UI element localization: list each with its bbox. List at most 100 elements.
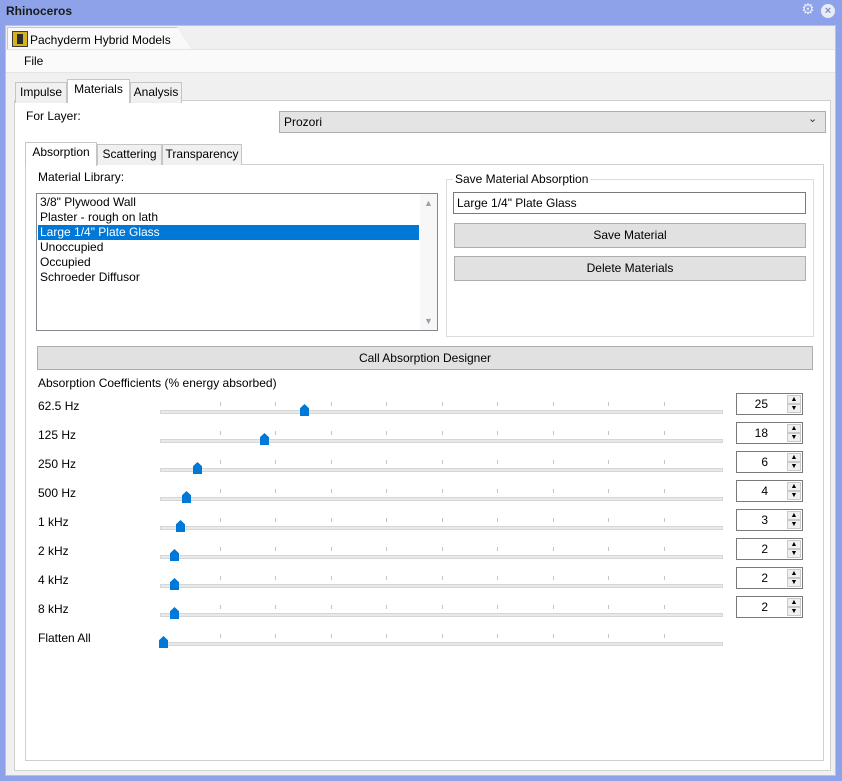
slider-tick <box>553 431 554 435</box>
save-group-label: Save Material Absorption <box>453 172 591 186</box>
slider-tick <box>664 576 665 580</box>
spin-down-icon[interactable]: ▼ <box>787 520 801 529</box>
list-item[interactable]: 3/8" Plywood Wall <box>38 195 419 210</box>
layer-dropdown[interactable] <box>279 111 826 133</box>
close-icon[interactable]: × <box>821 4 835 18</box>
slider-track[interactable] <box>160 439 723 443</box>
slider-tick <box>220 547 221 551</box>
tab-impulse[interactable]: Impulse <box>15 82 67 103</box>
tab-absorption[interactable]: Absorption <box>25 142 97 166</box>
spin-down-icon[interactable]: ▼ <box>787 578 801 587</box>
coefficient-spinner[interactable]: 2 ▲ ▼ <box>736 596 803 618</box>
scroll-up-icon[interactable]: ▲ <box>424 198 433 208</box>
slider-tick <box>497 460 498 464</box>
spin-up-icon[interactable]: ▲ <box>787 569 801 578</box>
slider-tick <box>331 634 332 638</box>
spinner-value[interactable]: 18 <box>755 426 768 440</box>
tab-scattering[interactable]: Scattering <box>97 144 162 165</box>
coefficient-spinner[interactable]: 6 ▲ ▼ <box>736 451 803 473</box>
panel-title: Pachyderm Hybrid Models <box>30 33 171 47</box>
coefficient-spinner[interactable]: 2 ▲ ▼ <box>736 567 803 589</box>
coefficient-spinner[interactable]: 18 ▲ ▼ <box>736 422 803 444</box>
slider-tick <box>497 431 498 435</box>
slider-tick <box>442 634 443 638</box>
spin-down-icon[interactable]: ▼ <box>787 433 801 442</box>
slider-tick <box>664 402 665 406</box>
spin-up-icon[interactable]: ▲ <box>787 395 801 404</box>
slider-tick <box>497 576 498 580</box>
slider-tick <box>664 518 665 522</box>
spin-up-icon[interactable]: ▲ <box>787 598 801 607</box>
absorption-designer-button[interactable]: Call Absorption Designer <box>37 346 813 370</box>
spinner-value[interactable]: 25 <box>755 397 768 411</box>
material-name-input[interactable]: Large 1/4" Plate Glass <box>453 192 806 214</box>
slider-track[interactable] <box>160 642 723 646</box>
app-title: Rhinoceros <box>6 4 73 18</box>
tab-transparency[interactable]: Transparency <box>162 144 242 165</box>
spin-down-icon[interactable]: ▼ <box>787 404 801 413</box>
slider-tick <box>386 634 387 638</box>
coefficient-spinner[interactable]: 4 ▲ ▼ <box>736 480 803 502</box>
tab-materials[interactable]: Materials <box>67 79 130 103</box>
slider-track[interactable] <box>160 555 723 559</box>
menu-bar <box>6 49 835 73</box>
slider-tick <box>331 576 332 580</box>
list-item[interactable]: Unoccupied <box>38 240 419 255</box>
scroll-down-icon[interactable]: ▼ <box>424 316 433 326</box>
slider-tick <box>497 402 498 406</box>
slider-tick <box>275 605 276 609</box>
gear-icon[interactable]: ⚙ <box>800 2 816 18</box>
slider-tick <box>386 518 387 522</box>
slider-track[interactable] <box>160 526 723 530</box>
spin-up-icon[interactable]: ▲ <box>787 540 801 549</box>
spin-up-icon[interactable]: ▲ <box>787 424 801 433</box>
spinner-value[interactable]: 2 <box>761 571 768 585</box>
slider-tick <box>608 431 609 435</box>
list-item-selected[interactable]: Large 1/4" Plate Glass <box>38 225 419 240</box>
slider-tick <box>220 634 221 638</box>
slider-tick <box>275 489 276 493</box>
spinner-value[interactable]: 3 <box>761 513 768 527</box>
spin-down-icon[interactable]: ▼ <box>787 462 801 471</box>
spinner-value[interactable]: 6 <box>761 455 768 469</box>
spinner-value[interactable]: 2 <box>761 600 768 614</box>
spin-down-icon[interactable]: ▼ <box>787 549 801 558</box>
tab-analysis[interactable]: Analysis <box>130 82 182 103</box>
slider-tick <box>275 431 276 435</box>
slider-tick <box>331 518 332 522</box>
slider-tick <box>664 547 665 551</box>
slider-tick <box>608 518 609 522</box>
slider-tick <box>275 576 276 580</box>
for-layer-label: For Layer: <box>26 109 81 123</box>
save-material-button[interactable]: Save Material <box>454 223 806 248</box>
list-scrollbar[interactable] <box>420 194 437 330</box>
slider-tick <box>608 605 609 609</box>
slider-track[interactable] <box>160 613 723 617</box>
slider-tick <box>553 605 554 609</box>
menu-file[interactable]: File <box>24 54 43 68</box>
slider-tick <box>442 576 443 580</box>
slider-track[interactable] <box>160 584 723 588</box>
list-item[interactable]: Schroeder Diffusor <box>38 270 419 285</box>
coefficient-spinner[interactable]: 2 ▲ ▼ <box>736 538 803 560</box>
slider-track[interactable] <box>160 497 723 501</box>
slider-tick <box>664 605 665 609</box>
spin-down-icon[interactable]: ▼ <box>787 491 801 500</box>
slider-tick <box>220 576 221 580</box>
spinner-value[interactable]: 2 <box>761 542 768 556</box>
list-item[interactable]: Plaster - rough on lath <box>38 210 419 225</box>
slider-track[interactable] <box>160 410 723 414</box>
slider-track[interactable] <box>160 468 723 472</box>
spin-up-icon[interactable]: ▲ <box>787 453 801 462</box>
spin-up-icon[interactable]: ▲ <box>787 511 801 520</box>
delete-materials-button[interactable]: Delete Materials <box>454 256 806 281</box>
coefficient-spinner[interactable]: 25 ▲ ▼ <box>736 393 803 415</box>
slider-tick <box>442 402 443 406</box>
layer-dropdown-value: Prozori <box>284 115 323 129</box>
spin-up-icon[interactable]: ▲ <box>787 482 801 491</box>
chevron-down-icon[interactable]: ⌄ <box>808 112 817 125</box>
coefficient-spinner[interactable]: 3 ▲ ▼ <box>736 509 803 531</box>
spin-down-icon[interactable]: ▼ <box>787 607 801 616</box>
list-item[interactable]: Occupied <box>38 255 419 270</box>
spinner-value[interactable]: 4 <box>761 484 768 498</box>
